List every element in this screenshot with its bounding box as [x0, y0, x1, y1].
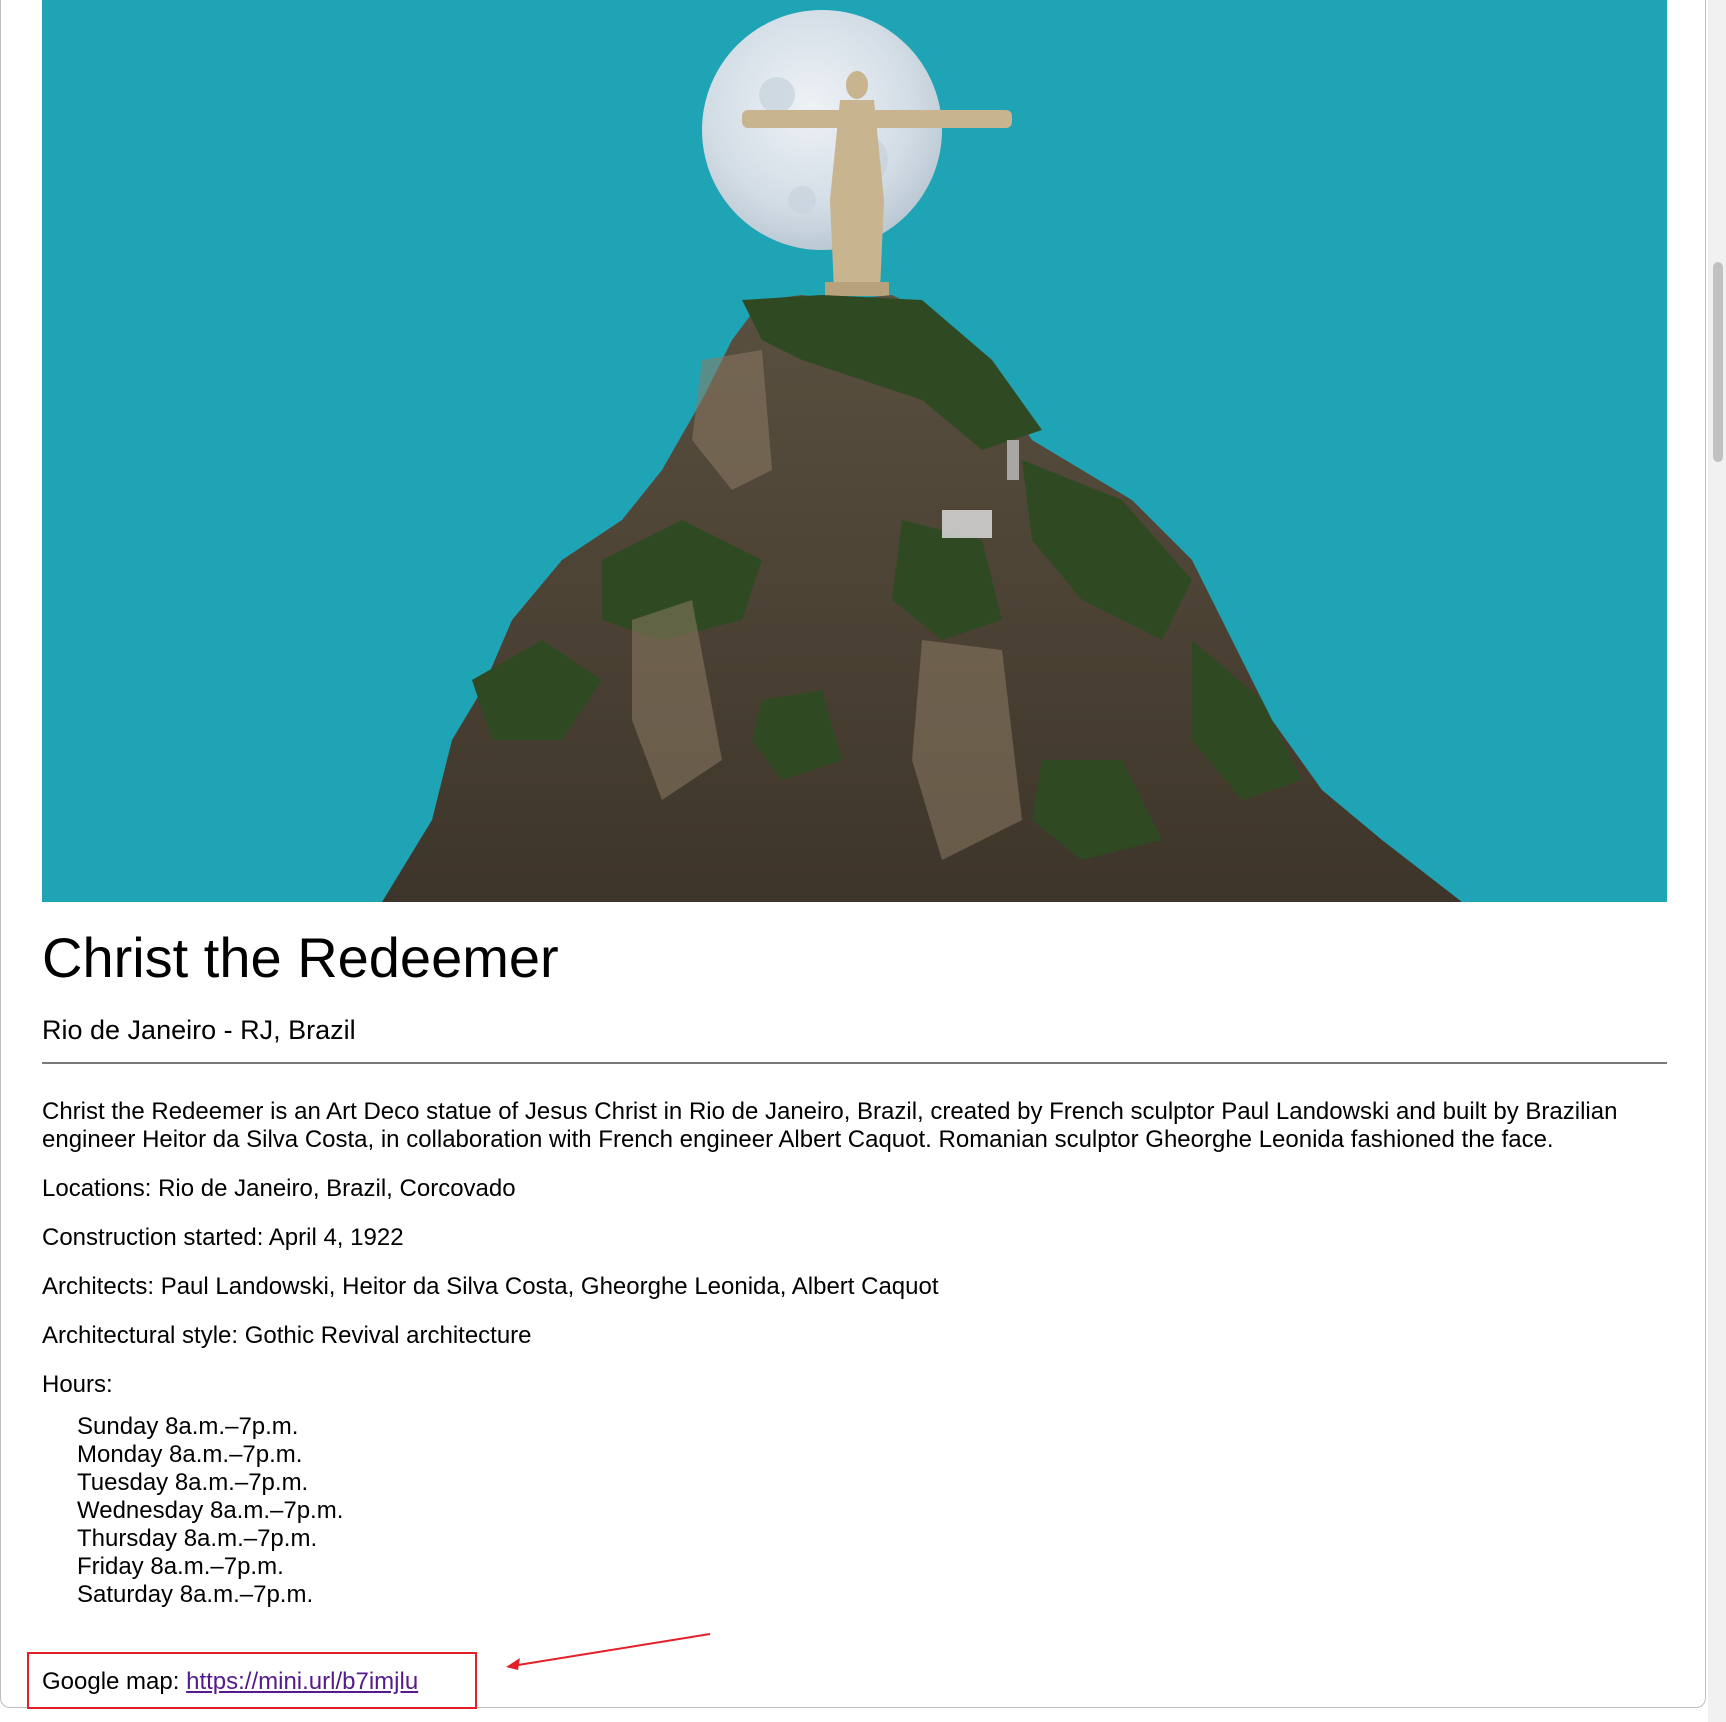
- annotation-arrow-icon: [506, 1633, 711, 1670]
- locations-text: Locations: Rio de Janeiro, Brazil, Corco…: [42, 1175, 516, 1202]
- hours-item: Thursday 8a.m.–7p.m.: [77, 1525, 318, 1552]
- hours-list: Sunday 8a.m.–7p.m. Monday 8a.m.–7p.m. Tu…: [77, 1413, 1672, 1609]
- architects-text: Architects: Paul Landowski, Heitor da Si…: [42, 1273, 939, 1300]
- description-text: Christ the Redeemer is an Art Deco statu…: [42, 1098, 1618, 1153]
- corcovado-photo: [42, 0, 1667, 902]
- hours-item: Sunday 8a.m.–7p.m.: [77, 1413, 299, 1440]
- hours-item: Friday 8a.m.–7p.m.: [77, 1553, 284, 1580]
- hours-item: Wednesday 8a.m.–7p.m.: [77, 1497, 344, 1524]
- page-frame: Christ the Redeemer Rio de Janeiro - RJ,…: [0, 0, 1706, 1708]
- vertical-scrollbar[interactable]: [1708, 0, 1726, 1722]
- scrollbar-thumb[interactable]: [1713, 262, 1723, 462]
- location-subtitle: Rio de Janeiro - RJ, Brazil: [42, 1015, 356, 1045]
- divider: [42, 1062, 1667, 1064]
- construction-text: Construction started: April 4, 1922: [42, 1224, 404, 1251]
- hours-item: Monday 8a.m.–7p.m.: [77, 1441, 303, 1468]
- page-title: Christ the Redeemer: [42, 926, 559, 989]
- hours-item: Tuesday 8a.m.–7p.m.: [77, 1469, 309, 1496]
- style-text: Architectural style: Gothic Revival arch…: [42, 1322, 532, 1349]
- hours-label: Hours:: [42, 1371, 113, 1398]
- annotation-highlight-box: [27, 1652, 477, 1709]
- hero-image: [42, 0, 1667, 902]
- hours-item: Saturday 8a.m.–7p.m.: [77, 1581, 314, 1608]
- details-section: Christ the Redeemer is an Art Deco statu…: [42, 1098, 1672, 1609]
